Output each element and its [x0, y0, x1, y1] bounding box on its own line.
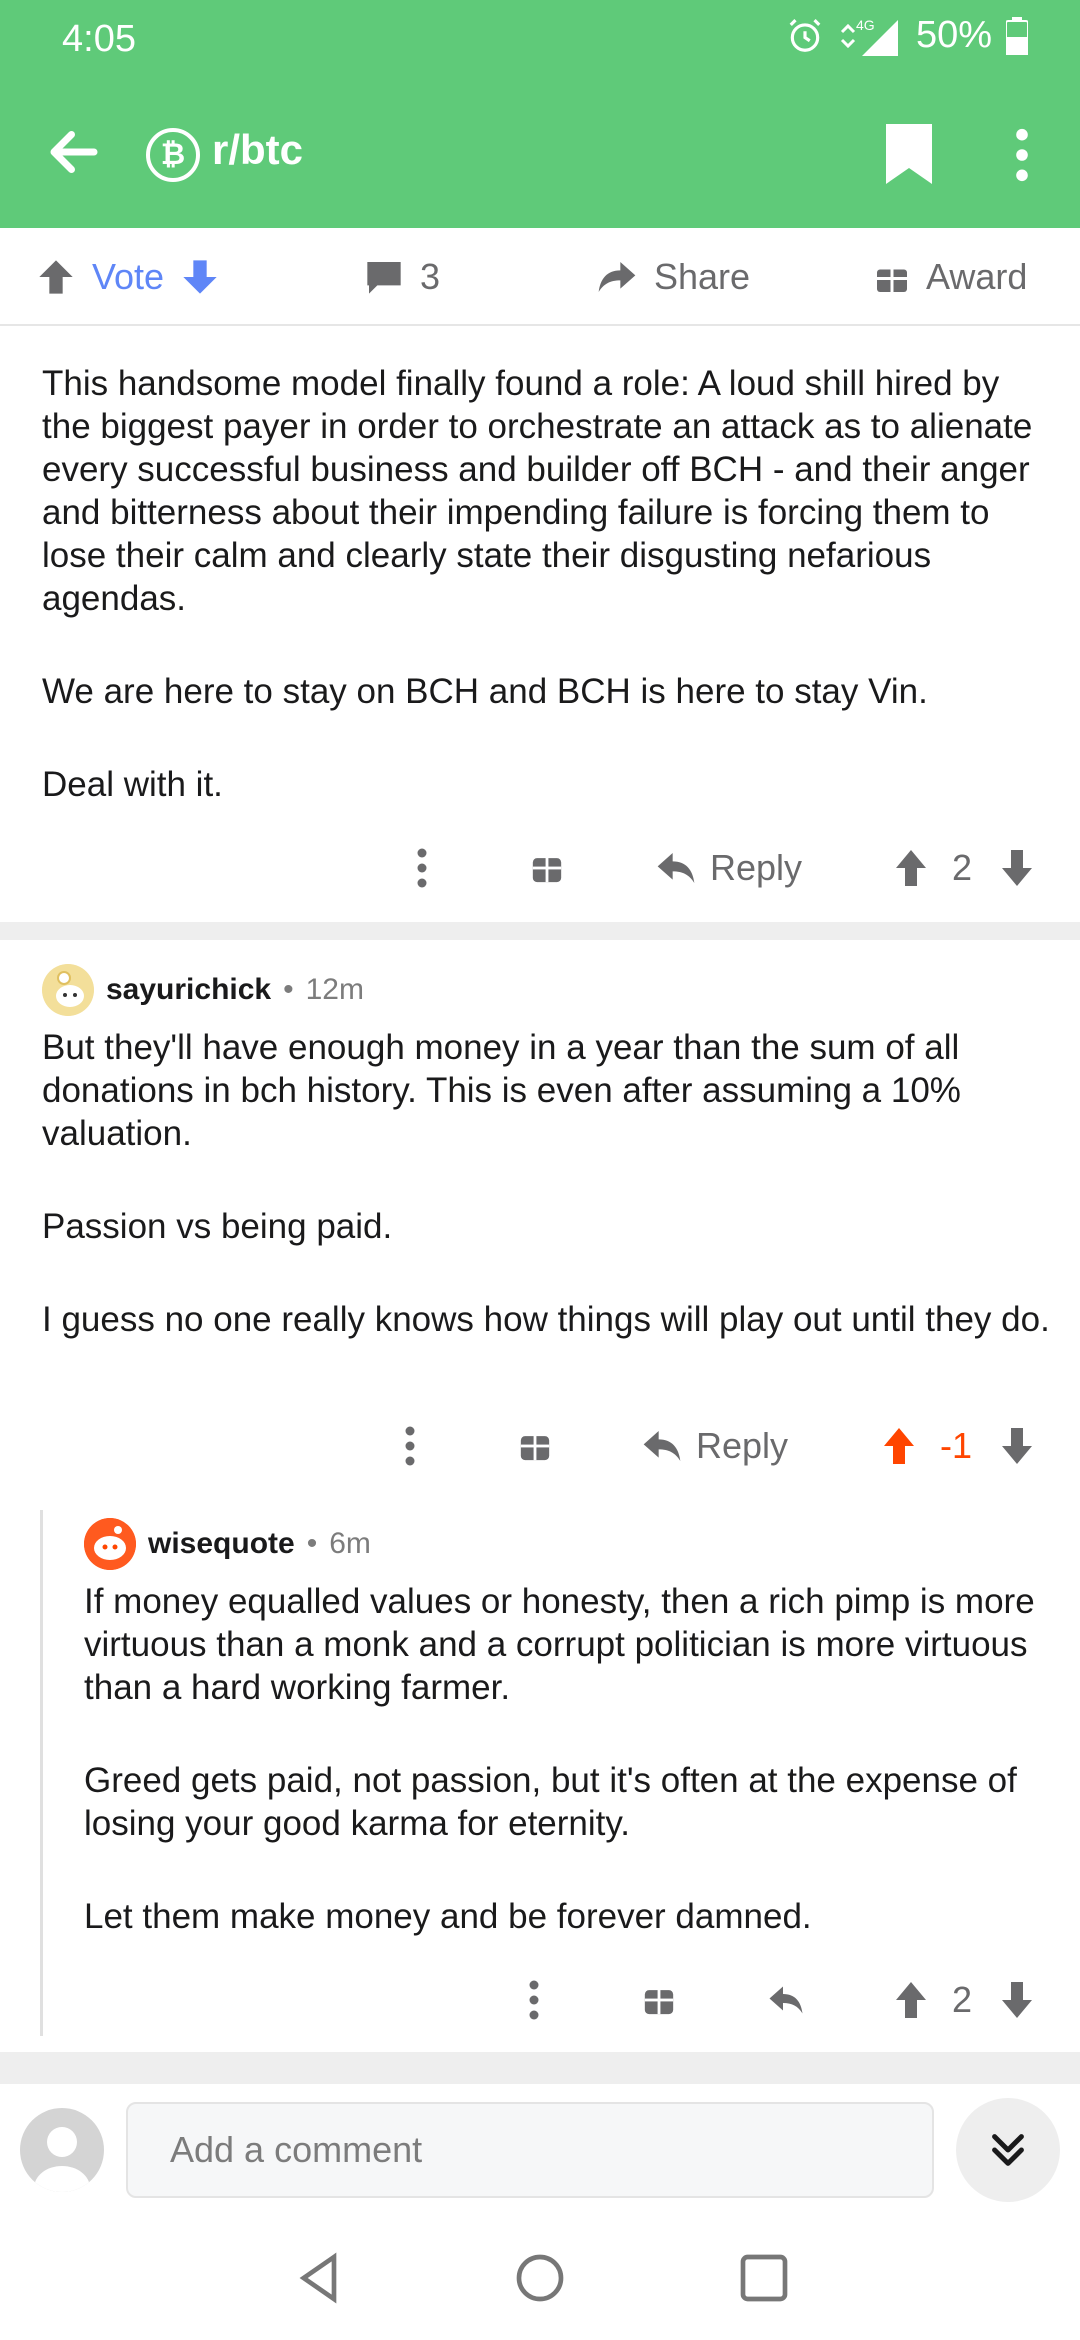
post-action-row: Vote 3 Share Award	[0, 228, 1080, 326]
system-nav-bar	[0, 2214, 1080, 2340]
comment-paragraph: If money equalled values or honesty, the…	[84, 1582, 1035, 1707]
comment-score: 2	[952, 1979, 973, 2020]
downvote-arrow-icon[interactable]	[998, 838, 1036, 898]
upvote-arrow-icon[interactable]	[892, 1970, 930, 2030]
share-button[interactable]: Share	[596, 256, 750, 298]
comment-paragraph: This handsome model finally found a role…	[42, 364, 1033, 618]
comment-author-row: wisequote • 6m	[84, 1518, 371, 1570]
back-arrow-icon[interactable]	[44, 122, 104, 182]
comment-bubble-icon	[367, 262, 401, 294]
snoo-avatar-icon	[84, 1518, 136, 1570]
thread-line[interactable]	[40, 1510, 43, 2036]
avatar[interactable]	[84, 1518, 136, 1570]
comment-controls: Reply 2	[0, 838, 1080, 898]
subreddit-name[interactable]: r/btc	[212, 126, 303, 174]
battery-icon	[1006, 16, 1028, 55]
comment-paragraph: Passion vs being paid.	[42, 1207, 393, 1246]
nav-recents-icon[interactable]	[736, 2250, 792, 2306]
more-options-icon[interactable]	[398, 1416, 422, 1476]
nav-home-icon[interactable]	[512, 2250, 568, 2306]
reply-label: Reply	[710, 847, 803, 888]
upvote-arrow-icon[interactable]	[892, 838, 930, 898]
upvote-arrow-icon[interactable]	[880, 1416, 918, 1476]
award-button[interactable]: Award	[874, 256, 1027, 298]
vote-label: Vote	[92, 256, 165, 297]
comment-paragraph: Deal with it.	[42, 765, 223, 804]
double-chevron-down-icon	[992, 2134, 1024, 2166]
comment-age: 6m	[329, 1527, 371, 1560]
separator-dot: •	[306, 1527, 318, 1560]
nav-back-icon[interactable]	[292, 2250, 348, 2306]
comments-count: 3	[420, 256, 441, 297]
vote-control: Vote	[36, 256, 220, 298]
comment-paragraph: But they'll have enough money in a year …	[42, 1028, 961, 1153]
gift-icon[interactable]	[518, 1416, 552, 1476]
alarm-icon	[789, 18, 821, 52]
upvote-arrow-icon[interactable]	[36, 257, 76, 297]
bottom-separator	[0, 2052, 1080, 2084]
snoo-avatar-icon	[42, 964, 94, 1016]
svg-text:4G: 4G	[856, 17, 875, 33]
separator-dot: •	[283, 973, 294, 1006]
comment-age: 12m	[305, 973, 364, 1006]
comment-body: If money equalled values or honesty, the…	[84, 1580, 1054, 1938]
comment-body: This handsome model finally found a role…	[42, 362, 1052, 806]
comment-controls: Reply -1	[0, 1416, 1080, 1476]
share-label: Share	[654, 256, 751, 297]
downvote-arrow-icon[interactable]	[998, 1970, 1036, 2030]
comment-paragraph: I guess no one really knows how things w…	[42, 1300, 1050, 1339]
share-arrow-icon	[598, 262, 636, 292]
reply-button[interactable]: Reply	[656, 838, 802, 898]
comment-controls: 2	[0, 1970, 1080, 2030]
author-name[interactable]: wisequote	[148, 1527, 295, 1561]
bookmark-icon[interactable]	[886, 124, 932, 184]
comment-divider	[0, 922, 1080, 940]
signal-icon: 4G	[840, 17, 898, 56]
add-comment-input[interactable]: Add a comment	[126, 2102, 934, 2198]
more-options-icon[interactable]	[522, 1970, 546, 2030]
subreddit-bitcoin-icon[interactable]: ₿	[146, 128, 200, 182]
more-options-icon[interactable]	[410, 838, 434, 898]
comment-score: 2	[952, 847, 973, 888]
avatar[interactable]	[42, 964, 94, 1016]
comment-paragraph: Greed gets paid, not passion, but it's o…	[84, 1761, 1017, 1843]
comment-paragraph: We are here to stay on BCH and BCH is he…	[42, 672, 928, 711]
status-time: 4:05	[62, 18, 136, 60]
reply-button[interactable]: Reply	[642, 1416, 788, 1476]
reply-arrow-icon	[657, 853, 695, 883]
gift-icon	[877, 263, 907, 292]
downvote-arrow-icon[interactable]	[180, 257, 220, 297]
comment-bar: Add a comment	[0, 2084, 1080, 2214]
status-icons: 4G 50%	[786, 14, 1028, 57]
downvote-arrow-icon[interactable]	[998, 1416, 1036, 1476]
author-name[interactable]: sayurichick	[106, 973, 271, 1007]
reply-arrow-icon[interactable]	[766, 1970, 806, 2030]
comment-author-row: sayurichick • 12m	[42, 964, 364, 1016]
battery-percent: 50%	[915, 14, 992, 56]
next-comment-button[interactable]	[956, 2098, 1060, 2202]
comment-score: -1	[940, 1425, 973, 1466]
reply-arrow-icon	[643, 1431, 681, 1461]
user-avatar[interactable]	[20, 2108, 104, 2192]
comments-count-button[interactable]: 3	[364, 256, 440, 298]
gift-icon[interactable]	[642, 1970, 676, 2030]
comment-body: But they'll have enough money in a year …	[42, 1026, 1052, 1341]
gift-icon[interactable]	[530, 838, 564, 898]
reply-label: Reply	[696, 1425, 789, 1466]
app-header: 4:05 4G 50% ₿ r/btc	[0, 0, 1080, 228]
comment-paragraph: Let them make money and be forever damne…	[84, 1897, 812, 1936]
user-silhouette-icon	[34, 2127, 90, 2192]
award-label: Award	[926, 256, 1028, 297]
more-options-icon[interactable]	[1004, 126, 1040, 184]
